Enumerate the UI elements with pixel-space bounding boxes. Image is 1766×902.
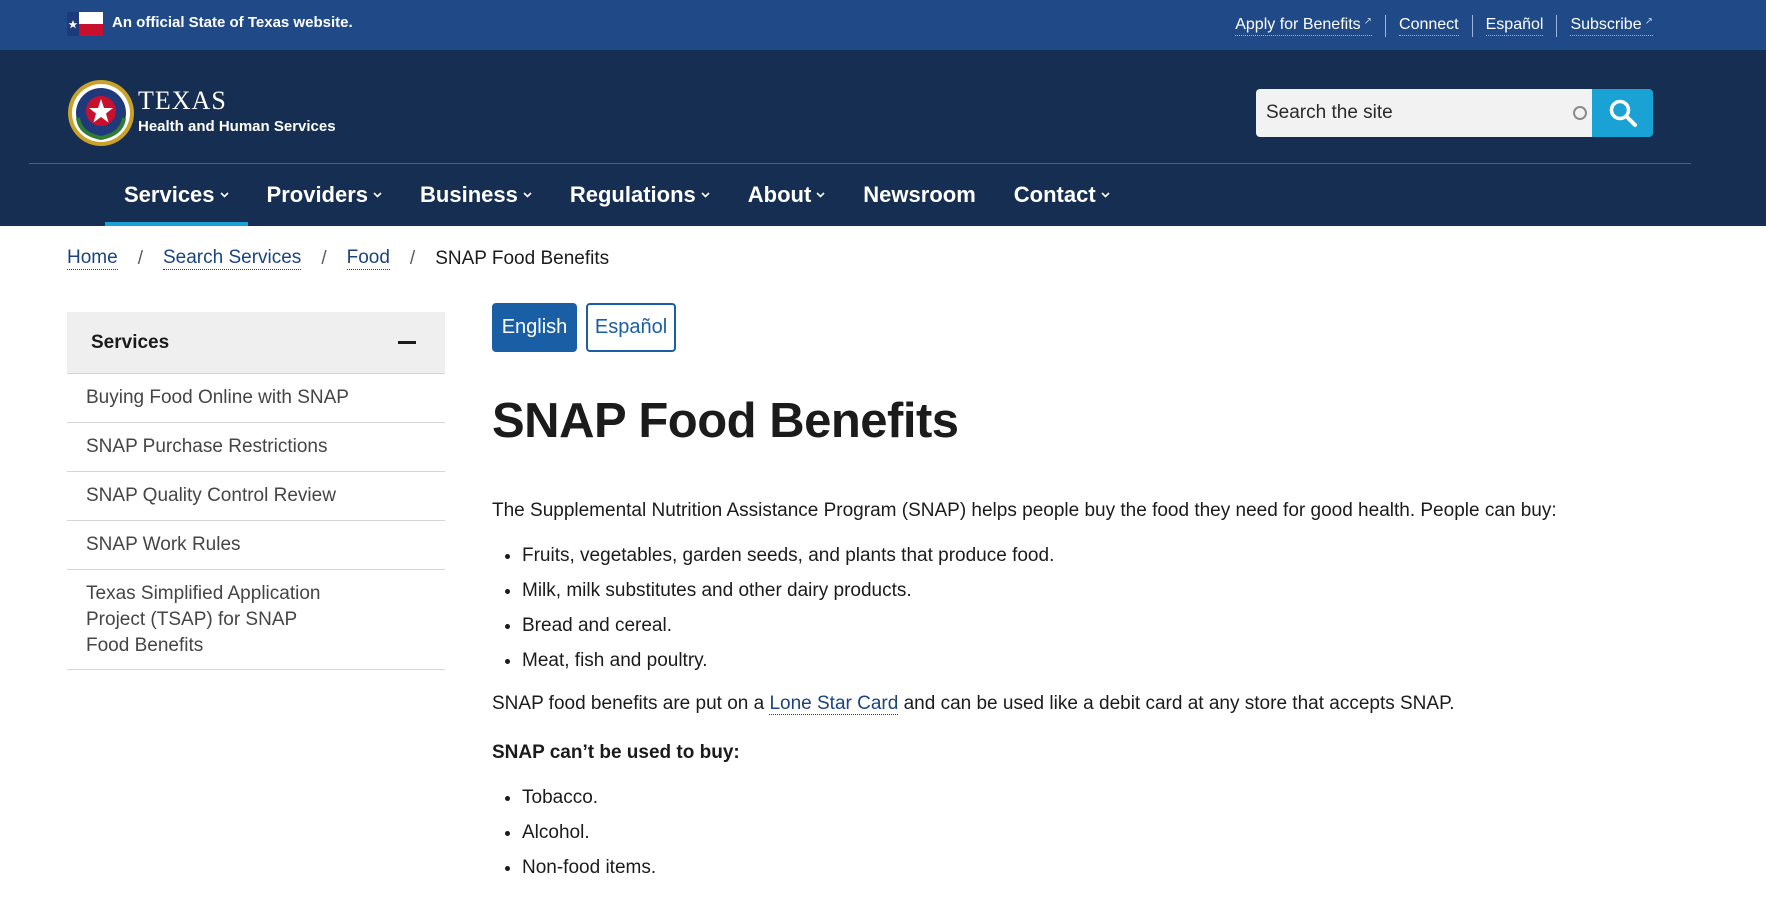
- utility-separator: [1556, 15, 1558, 37]
- breadcrumb-separator: /: [321, 247, 327, 269]
- list-item: Tobacco.: [522, 784, 1672, 812]
- site-search: [1256, 89, 1653, 137]
- nav-label: About: [747, 182, 812, 207]
- breadcrumb-separator: /: [409, 247, 416, 269]
- breadcrumb-separator: /: [137, 247, 143, 269]
- sidebar-title: Services: [91, 331, 170, 353]
- page-title: SNAP Food Benefits: [492, 394, 959, 448]
- utility-nav: Apply for Benefits ↗ Connect Español Subs…: [1235, 15, 1653, 37]
- external-link-icon: ↗: [1363, 16, 1373, 27]
- nav-item-providers[interactable]: Providers: [248, 164, 402, 226]
- language-switch: English Español: [492, 303, 676, 352]
- english-button[interactable]: English: [492, 303, 577, 352]
- nav-item-newsroom[interactable]: Newsroom: [844, 164, 994, 226]
- cant-buy-heading: SNAP can’t be used to buy:: [492, 742, 740, 763]
- apply-for-benefits-link[interactable]: Apply for Benefits ↗: [1235, 16, 1373, 36]
- official-banner: An official State of Texas website. Appl…: [0, 0, 1766, 50]
- list-item: Bread and cereal.: [522, 612, 1672, 640]
- main-nav: Services Providers Business Regulations …: [105, 164, 1129, 226]
- nav-label: Regulations: [569, 182, 696, 207]
- espanol-link[interactable]: Español: [1485, 16, 1544, 36]
- search-button[interactable]: [1592, 89, 1653, 137]
- breadcrumb-current: SNAP Food Benefits: [435, 247, 610, 269]
- intro-paragraph: The Supplemental Nutrition Assistance Pr…: [492, 500, 1557, 521]
- chevron-down-icon: [373, 192, 382, 198]
- sidebar-header[interactable]: Services: [67, 312, 445, 374]
- sidebar-item-work-rules[interactable]: SNAP Work Rules: [67, 521, 445, 570]
- list-item: Meat, fish and poultry.: [522, 647, 1672, 675]
- nav-label: Newsroom: [863, 182, 976, 207]
- subscribe-link[interactable]: Subscribe ↗: [1570, 16, 1653, 36]
- breadcrumb-home[interactable]: Home: [67, 247, 118, 270]
- breadcrumb: Home / Search Services / Food / SNAP Foo…: [67, 247, 609, 270]
- list-item: Fruits, vegetables, garden seeds, and pl…: [522, 542, 1672, 570]
- sidebar-item-tsap[interactable]: Texas Simplified Application Project (TS…: [67, 570, 445, 670]
- site-header: TEXAS Health and Human Services Services…: [0, 50, 1766, 226]
- search-icon: [1609, 99, 1637, 127]
- texas-flag-icon: [67, 12, 103, 36]
- espanol-button[interactable]: Español: [586, 303, 676, 352]
- sidebar: Services Buying Food Online with SNAP SN…: [67, 312, 445, 670]
- chevron-down-icon: [1101, 192, 1110, 198]
- list-item: Milk, milk substitutes and other dairy p…: [522, 577, 1672, 605]
- logo-subtitle[interactable]: Health and Human Services: [138, 118, 336, 135]
- breadcrumb-search-services[interactable]: Search Services: [162, 247, 302, 270]
- breadcrumb-food[interactable]: Food: [346, 247, 390, 270]
- lone-star-card-link[interactable]: Lone Star Card: [769, 693, 899, 715]
- nav-item-regulations[interactable]: Regulations: [551, 164, 729, 226]
- texas-hhs-seal-icon[interactable]: [66, 78, 136, 148]
- lone-star-paragraph: SNAP food benefits are put on a Lone Sta…: [492, 690, 1672, 718]
- can-buy-list: Fruits, vegetables, garden seeds, and pl…: [492, 542, 1672, 675]
- chevron-down-icon: [816, 192, 825, 198]
- search-clear-icon[interactable]: [1573, 106, 1587, 120]
- list-item: Alcohol.: [522, 819, 1672, 847]
- sidebar-item-buying-food-online[interactable]: Buying Food Online with SNAP: [67, 374, 445, 423]
- lone-star-text-before: SNAP food benefits are put on a: [492, 693, 770, 714]
- nav-label: Business: [420, 182, 518, 207]
- utility-separator: [1385, 15, 1387, 37]
- connect-link[interactable]: Connect: [1399, 16, 1459, 36]
- subscribe-label: Subscribe: [1570, 16, 1642, 33]
- nav-item-business[interactable]: Business: [401, 164, 551, 226]
- cant-buy-list: Tobacco. Alcohol. Non-food items.: [492, 784, 1672, 882]
- chevron-down-icon: [701, 192, 710, 198]
- external-link-icon: ↗: [1644, 16, 1653, 27]
- nav-label: Providers: [266, 182, 369, 207]
- nav-label: Contact: [1013, 182, 1096, 207]
- collapse-icon[interactable]: [398, 341, 416, 344]
- logo-title[interactable]: TEXAS: [138, 86, 227, 116]
- official-site-text: An official State of Texas website.: [112, 14, 353, 31]
- nav-item-services[interactable]: Services: [105, 164, 248, 226]
- search-input[interactable]: [1256, 89, 1592, 137]
- nav-item-contact[interactable]: Contact: [995, 164, 1129, 226]
- utility-separator: [1471, 15, 1473, 37]
- nav-label: Services: [124, 182, 215, 207]
- sidebar-item-purchase-restrictions[interactable]: SNAP Purchase Restrictions: [67, 423, 445, 472]
- chevron-down-icon: [219, 192, 229, 198]
- list-item: Non-food items.: [522, 854, 1672, 882]
- lone-star-text-after: and can be used like a debit card at any…: [898, 693, 1455, 714]
- main-content: The Supplemental Nutrition Assistance Pr…: [492, 497, 1672, 897]
- chevron-down-icon: [523, 192, 532, 198]
- nav-item-about[interactable]: About: [729, 164, 845, 226]
- apply-for-benefits-label: Apply for Benefits: [1235, 16, 1361, 33]
- sidebar-item-quality-control[interactable]: SNAP Quality Control Review: [67, 472, 445, 521]
